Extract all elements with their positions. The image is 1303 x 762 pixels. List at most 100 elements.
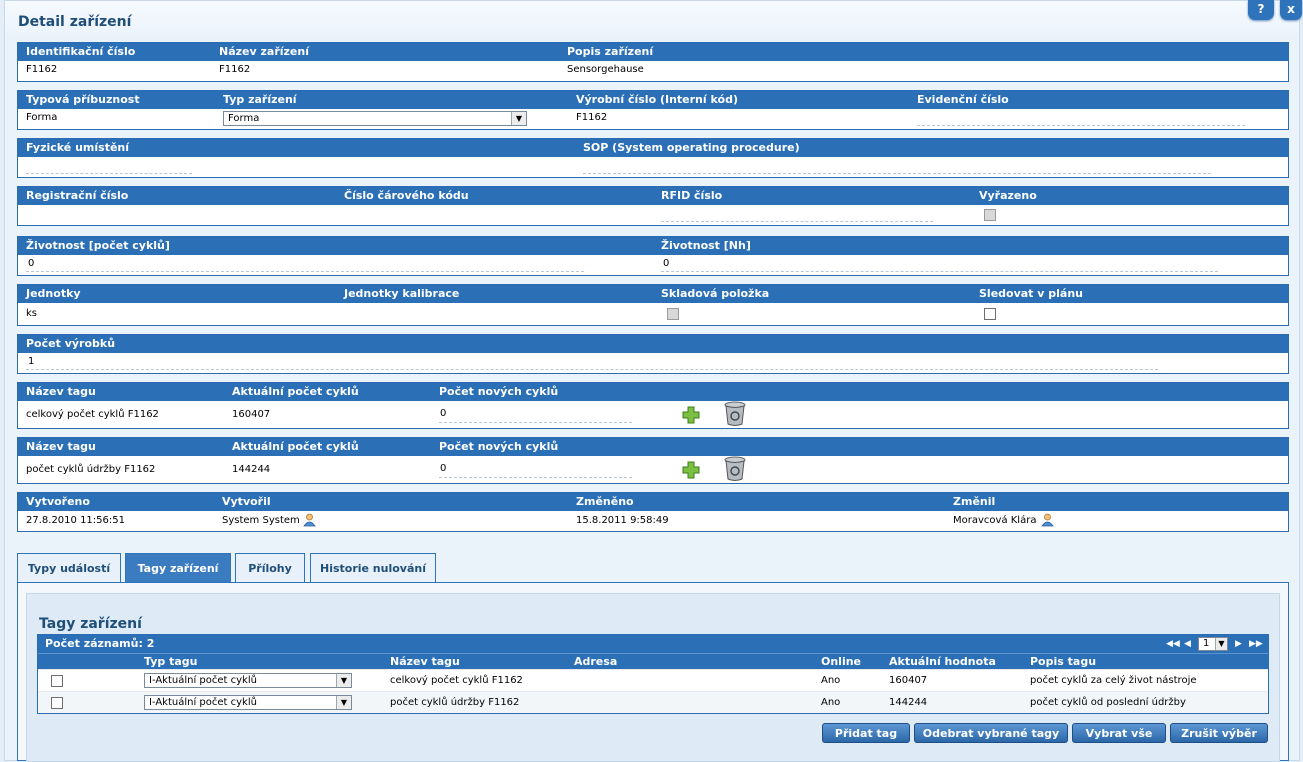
type-header-kinship: Typová příbuznost bbox=[26, 93, 140, 106]
audit-header-changed-by: Změnil bbox=[953, 495, 996, 508]
col-current-value[interactable]: Aktuální hodnota bbox=[889, 655, 996, 668]
type-header-device-type: Typ zařízení bbox=[223, 93, 297, 106]
units-header-calibration: Jednotky kalibrace bbox=[344, 287, 460, 300]
lifetime-cycles-field[interactable] bbox=[26, 271, 584, 272]
evidence-number-field[interactable] bbox=[917, 125, 1245, 126]
remove-selected-tags-button[interactable]: Odebrat vybrané tagy bbox=[914, 723, 1068, 743]
products-section: Počet výrobků 1 bbox=[17, 334, 1289, 374]
trash-icon[interactable] bbox=[723, 401, 747, 427]
chevron-down-icon: ▼ bbox=[336, 674, 351, 687]
placement-section: Fyzické umístění SOP (System operating p… bbox=[17, 138, 1289, 178]
tag-new-cycles-value: 0 bbox=[440, 408, 447, 419]
products-count-value: 1 bbox=[28, 356, 35, 367]
user-icon[interactable] bbox=[303, 513, 316, 527]
tab-reset-history[interactable]: Historie nulování bbox=[310, 553, 436, 582]
deselect-button[interactable]: Zrušit výběr bbox=[1170, 723, 1268, 743]
units-value: ks bbox=[26, 308, 38, 319]
user-icon[interactable] bbox=[1041, 513, 1054, 527]
tag-type-select[interactable]: I-Aktuální počet cyklů ▼ bbox=[144, 695, 352, 710]
discarded-checkbox[interactable] bbox=[984, 209, 996, 221]
registration-header-number: Registrační číslo bbox=[26, 189, 129, 202]
page-select[interactable]: 1 ▼ bbox=[1198, 637, 1228, 651]
col-tag-type[interactable]: Typ tagu bbox=[144, 655, 197, 668]
row-checkbox[interactable] bbox=[51, 675, 63, 687]
lifetime-nh-field[interactable] bbox=[661, 271, 1218, 272]
tag-name-value: počet cyklů údržby F1162 bbox=[26, 464, 156, 475]
table-row[interactable]: I-Aktuální počet cyklů ▼ počet cyklů údr… bbox=[38, 691, 1268, 713]
audit-section: Vytvořeno Vytvořil Změněno Změnil 27.8.2… bbox=[17, 492, 1289, 532]
tab-event-types[interactable]: Typy událostí bbox=[17, 553, 121, 582]
track-in-plan-checkbox[interactable] bbox=[984, 308, 996, 320]
audit-header-changed: Změněno bbox=[576, 495, 634, 508]
placement-header-physical: Fyzické umístění bbox=[26, 141, 130, 154]
tag-desc-cell: počet cyklů od poslední údržby bbox=[1030, 697, 1186, 708]
table-row[interactable]: I-Aktuální počet cyklů ▼ celkový počet c… bbox=[38, 669, 1268, 691]
lifetime-section: Životnost [počet cyklů] Životnost [Nh] 0… bbox=[17, 236, 1289, 276]
ident-header-desc: Popis zařízení bbox=[567, 45, 654, 58]
trash-icon[interactable] bbox=[723, 456, 747, 482]
tag-type-select[interactable]: I-Aktuální počet cyklů ▼ bbox=[144, 673, 352, 688]
type-header-serial: Výrobní číslo (Interní kód) bbox=[576, 93, 738, 106]
last-page-icon[interactable]: ▶▶ bbox=[1249, 639, 1263, 649]
online-cell: Ano bbox=[821, 675, 841, 686]
type-kinship-value: Forma bbox=[26, 112, 58, 123]
add-icon[interactable] bbox=[682, 461, 700, 479]
tag-header-new: Počet nových cyklů bbox=[439, 385, 559, 398]
audit-header-created: Vytvořeno bbox=[26, 495, 90, 508]
tag-name-cell: počet cyklů údržby F1162 bbox=[390, 697, 520, 708]
tab-attachments[interactable]: Přílohy bbox=[235, 553, 305, 582]
registration-header-rfid: RFID číslo bbox=[661, 189, 723, 202]
close-button[interactable]: x bbox=[1280, 0, 1302, 20]
units-header: Jednotky bbox=[26, 287, 81, 300]
type-header-evidence: Evidenční číslo bbox=[917, 93, 1009, 106]
ident-header-id: Identifikační číslo bbox=[26, 45, 136, 58]
row-checkbox[interactable] bbox=[51, 697, 63, 709]
col-tag-name[interactable]: Název tagu bbox=[390, 655, 460, 668]
rfid-field[interactable] bbox=[661, 221, 933, 222]
tag-section-2: Název tagu Aktuální počet cyklů Počet no… bbox=[17, 437, 1289, 484]
type-section: Typová příbuznost Typ zařízení Výrobní č… bbox=[17, 90, 1289, 130]
col-address[interactable]: Adresa bbox=[574, 655, 617, 668]
registration-section: Registrační číslo Číslo čárového kódu RF… bbox=[17, 186, 1289, 226]
ident-id-value: F1162 bbox=[26, 64, 58, 75]
tag-new-cycles-field[interactable] bbox=[439, 477, 632, 478]
tag-type-value: I-Aktuální počet cyklů bbox=[149, 675, 257, 686]
created-by-value: System System bbox=[222, 515, 300, 526]
products-count-field[interactable] bbox=[26, 369, 1158, 370]
placement-header-sop: SOP (System operating procedure) bbox=[583, 141, 800, 154]
tag-section-1: Název tagu Aktuální počet cyklů Počet no… bbox=[17, 382, 1289, 429]
device-desc-value: Sensorgehause bbox=[567, 64, 644, 75]
tag-current-value: 144244 bbox=[232, 464, 271, 475]
device-name-value: F1162 bbox=[219, 64, 251, 75]
add-icon[interactable] bbox=[682, 406, 700, 424]
current-value-cell: 144244 bbox=[889, 697, 928, 708]
tags-grid: Počet záznamů: 2 ◀◀ ◀ 1 ▼ ▶ ▶▶ Typ tagu … bbox=[37, 634, 1269, 714]
help-button[interactable]: ? bbox=[1248, 0, 1274, 20]
units-section: Jednotky Jednotky kalibrace Skladová pol… bbox=[17, 284, 1289, 326]
tab-device-tags[interactable]: Tagy zařízení bbox=[125, 553, 231, 582]
registration-header-barcode: Číslo čárového kódu bbox=[344, 189, 469, 202]
current-value-cell: 160407 bbox=[889, 675, 928, 686]
tag-new-cycles-field[interactable] bbox=[439, 422, 632, 423]
chevron-down-icon: ▼ bbox=[511, 112, 526, 125]
online-cell: Ano bbox=[821, 697, 841, 708]
ident-section: Identifikační číslo Název zařízení Popis… bbox=[17, 42, 1289, 82]
device-type-select-value: Forma bbox=[228, 113, 260, 124]
changed-date-value: 15.8.2011 9:58:49 bbox=[576, 515, 669, 526]
add-tag-button[interactable]: Přidat tag bbox=[822, 723, 910, 743]
device-type-select[interactable]: Forma ▼ bbox=[223, 111, 527, 126]
col-tag-desc[interactable]: Popis tagu bbox=[1030, 655, 1096, 668]
tag-desc-cell: počet cyklů za celý život nástroje bbox=[1030, 675, 1197, 686]
sop-field[interactable] bbox=[583, 173, 1211, 174]
stock-item-checkbox[interactable] bbox=[667, 308, 679, 320]
select-all-button[interactable]: Vybrat vše bbox=[1072, 723, 1166, 743]
tag-type-value: I-Aktuální počet cyklů bbox=[149, 697, 257, 708]
physical-location-field[interactable] bbox=[26, 173, 192, 174]
col-online[interactable]: Online bbox=[821, 655, 861, 668]
tags-panel-title: Tagy zařízení bbox=[39, 616, 142, 632]
first-page-icon[interactable]: ◀◀ bbox=[1166, 639, 1180, 649]
tag-header-name: Název tagu bbox=[26, 385, 96, 398]
prev-page-icon[interactable]: ◀ bbox=[1184, 639, 1191, 649]
next-page-icon[interactable]: ▶ bbox=[1235, 639, 1242, 649]
units-header-stock: Skladová položka bbox=[661, 287, 770, 300]
